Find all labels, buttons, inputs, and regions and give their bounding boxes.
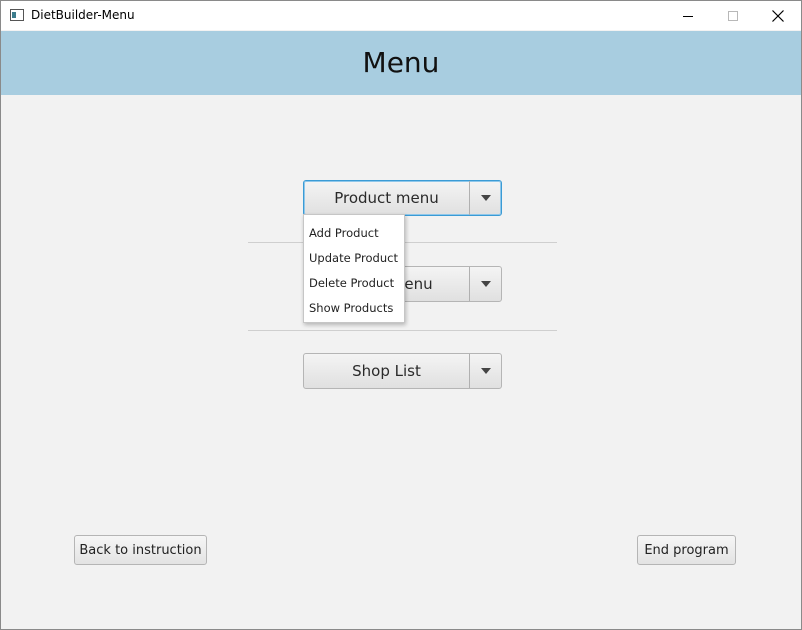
title-bar[interactable]: DietBuilder-Menu xyxy=(1,1,801,30)
back-to-instruction-button[interactable]: Back to instruction xyxy=(74,535,207,565)
product-menu-label[interactable]: Product menu xyxy=(304,181,470,215)
menu-item-add-product[interactable]: Add Product xyxy=(304,220,404,245)
chevron-down-icon xyxy=(480,195,491,201)
close-icon xyxy=(772,9,784,22)
minimize-icon xyxy=(683,15,693,17)
separator xyxy=(248,330,557,331)
chevron-down-icon xyxy=(480,281,491,287)
diet-menu-arrow[interactable] xyxy=(470,267,501,301)
menu-item-show-products[interactable]: Show Products xyxy=(304,295,404,320)
minimize-button[interactable] xyxy=(665,1,711,30)
chevron-down-icon xyxy=(480,368,491,374)
shop-list-arrow[interactable] xyxy=(470,354,501,388)
header-banner: Menu xyxy=(1,31,801,95)
app-window-icon xyxy=(10,9,24,21)
maximize-icon xyxy=(728,10,738,21)
page-title: Menu xyxy=(362,45,440,79)
shop-list-label[interactable]: Shop List xyxy=(304,354,470,388)
menu-item-update-product[interactable]: Update Product xyxy=(304,245,404,270)
menu-item-delete-product[interactable]: Delete Product xyxy=(304,270,404,295)
product-menu-dropdown: Add Product Update Product Delete Produc… xyxy=(303,214,405,323)
close-button[interactable] xyxy=(755,1,801,30)
product-menu-arrow[interactable] xyxy=(470,181,501,215)
shop-list-button[interactable]: Shop List xyxy=(303,353,502,389)
product-menu-button[interactable]: Product menu xyxy=(303,180,502,216)
app-window: DietBuilder-Menu Menu Product menu enu S… xyxy=(0,0,802,630)
window-title: DietBuilder-Menu xyxy=(31,8,135,22)
end-program-button[interactable]: End program xyxy=(637,535,736,565)
diet-menu-label-fragment: enu xyxy=(404,275,433,293)
maximize-button[interactable] xyxy=(710,1,756,30)
